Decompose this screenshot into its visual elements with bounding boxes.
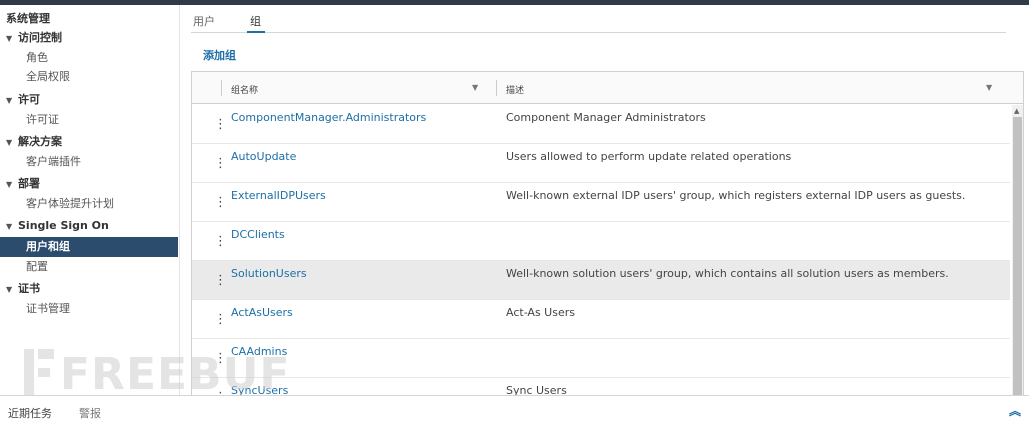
group-name-link[interactable]: AutoUpdate bbox=[231, 150, 296, 163]
sidebar-item-roles[interactable]: 角色 bbox=[0, 48, 178, 68]
table-row[interactable]: ⋮ ComponentManager.Administrators Compon… bbox=[192, 105, 1010, 144]
watermark-mark-icon bbox=[24, 349, 54, 397]
group-description: Act-As Users bbox=[506, 306, 575, 319]
table-row[interactable]: ⋮ AutoUpdate Users allowed to perform up… bbox=[192, 144, 1010, 183]
vertical-scrollbar[interactable]: ▲ bbox=[1012, 105, 1023, 395]
group-description: Well-known solution users' group, which … bbox=[506, 267, 949, 280]
sidebar-group-deployment[interactable]: ▼ 部署 bbox=[0, 174, 178, 194]
sidebar-item-client-plugins[interactable]: 客户端插件 bbox=[0, 152, 178, 172]
active-tab-indicator bbox=[247, 31, 265, 33]
group-name-link[interactable]: DCClients bbox=[231, 228, 285, 241]
caret-down-icon: ▼ bbox=[6, 222, 13, 231]
scroll-up-icon[interactable]: ▲ bbox=[1014, 107, 1019, 115]
caret-down-icon: ▼ bbox=[6, 285, 13, 294]
sidebar-item-certificate-management[interactable]: 证书管理 bbox=[0, 299, 178, 319]
sidebar-title: 系统管理 bbox=[6, 12, 50, 25]
sidebar-item-users-and-groups[interactable]: 用户和组 bbox=[0, 237, 178, 257]
alarms-tab[interactable]: 警报 bbox=[79, 405, 101, 421]
tab-bar: 用户 组 bbox=[191, 5, 1006, 33]
add-group-button[interactable]: 添加组 bbox=[203, 47, 236, 63]
sidebar-item-configuration[interactable]: 配置 bbox=[0, 257, 178, 277]
group-name-link[interactable]: ActAsUsers bbox=[231, 306, 293, 319]
group-description: Users allowed to perform update related … bbox=[506, 150, 792, 163]
row-menu-icon[interactable]: ⋮ bbox=[214, 118, 227, 131]
recent-tasks-tab[interactable]: 近期任务 bbox=[8, 405, 52, 421]
table-row[interactable]: ⋮ ExternalIDPUsers Well-known external I… bbox=[192, 183, 1010, 222]
watermark-text: FREEBUF bbox=[60, 349, 291, 400]
sidebar-group-certificates[interactable]: ▼ 证书 bbox=[0, 279, 178, 299]
column-separator bbox=[496, 80, 497, 96]
group-name-link[interactable]: SolutionUsers bbox=[231, 267, 307, 280]
row-menu-icon[interactable]: ⋮ bbox=[214, 313, 227, 326]
group-description: Well-known external IDP users' group, wh… bbox=[506, 189, 966, 202]
caret-down-icon: ▼ bbox=[6, 96, 13, 105]
row-menu-icon[interactable]: ⋮ bbox=[214, 235, 227, 248]
sidebar-nav: 系统管理 ▼ 访问控制 角色 全局权限 ▼ 许可 许可证 ▼ 解决方案 客户端插件 ▼… bbox=[0, 5, 180, 395]
group-name-link[interactable]: ComponentManager.Administrators bbox=[231, 111, 426, 124]
sidebar-group-licensing[interactable]: ▼ 许可 bbox=[0, 90, 178, 110]
table-row[interactable]: ⋮ DCClients bbox=[192, 222, 1010, 261]
sidebar-item-global-permissions[interactable]: 全局权限 bbox=[0, 67, 178, 87]
sidebar-item-ceip[interactable]: 客户体验提升计划 bbox=[0, 194, 178, 214]
caret-down-icon: ▼ bbox=[6, 138, 13, 147]
sidebar-item-licenses[interactable]: 许可证 bbox=[0, 110, 178, 130]
table-row[interactable]: ⋮ ActAsUsers Act-As Users bbox=[192, 300, 1010, 339]
row-menu-icon[interactable]: ⋮ bbox=[214, 157, 227, 170]
group-description: Sync Users bbox=[506, 384, 567, 395]
caret-down-icon: ▼ bbox=[6, 180, 13, 189]
sidebar-group-single-sign-on[interactable]: ▼ Single Sign On bbox=[0, 216, 178, 236]
table-header: 组名称 ▼ 描述 ▼ bbox=[192, 72, 1023, 104]
filter-icon[interactable]: ▼ bbox=[472, 83, 478, 92]
column-header-description[interactable]: 描述 bbox=[506, 83, 524, 96]
tab-groups[interactable]: 组 bbox=[250, 13, 261, 29]
column-separator bbox=[221, 80, 222, 96]
scrollbar-thumb[interactable] bbox=[1013, 117, 1022, 395]
expand-panel-icon[interactable]: ︽ bbox=[1009, 402, 1021, 419]
column-header-group-name[interactable]: 组名称 bbox=[231, 83, 258, 96]
main-content: 用户 组 添加组 组名称 ▼ 描述 ▼ ⋮ ComponentManager.A… bbox=[181, 5, 1029, 395]
row-menu-icon[interactable]: ⋮ bbox=[214, 274, 227, 287]
caret-down-icon: ▼ bbox=[6, 34, 13, 43]
group-name-link[interactable]: ExternalIDPUsers bbox=[231, 189, 326, 202]
tab-users[interactable]: 用户 bbox=[193, 13, 215, 29]
table-row[interactable]: ⋮ SolutionUsers Well-known solution user… bbox=[192, 261, 1010, 300]
group-description: Component Manager Administrators bbox=[506, 111, 706, 124]
bottom-status-bar: 近期任务 警报 ︽ bbox=[0, 395, 1029, 423]
row-menu-icon[interactable]: ⋮ bbox=[214, 196, 227, 209]
sidebar-group-solutions[interactable]: ▼ 解决方案 bbox=[0, 132, 178, 152]
filter-icon[interactable]: ▼ bbox=[986, 83, 992, 92]
sidebar-group-access-control[interactable]: ▼ 访问控制 bbox=[0, 28, 178, 48]
